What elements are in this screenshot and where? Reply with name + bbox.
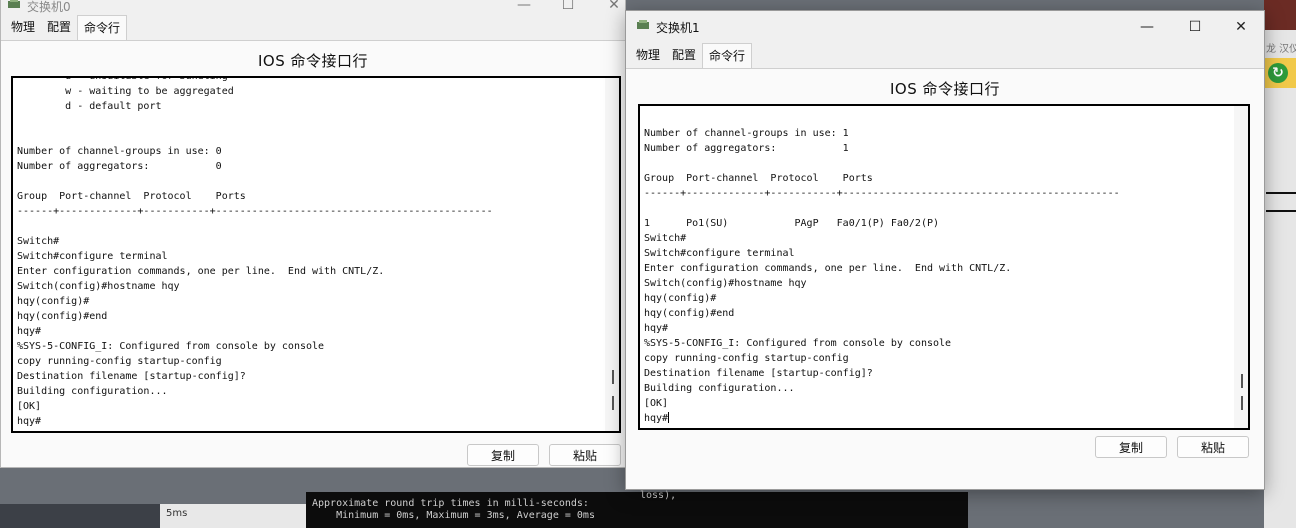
scroll-thumb-upper[interactable] bbox=[1241, 374, 1243, 388]
background-app-header bbox=[1264, 0, 1296, 30]
minimize-button[interactable]: — bbox=[501, 0, 547, 15]
console-line: Group Port-channel Protocol Ports bbox=[17, 191, 246, 202]
console-text: u - unsuitable for bundling w - waiting … bbox=[17, 76, 493, 429]
console-line: %SYS-5-CONFIG_I: Configured from console… bbox=[644, 338, 952, 349]
minimize-button[interactable]: — bbox=[1124, 11, 1170, 43]
panel-heading: IOS 命令接口行 bbox=[889, 80, 1001, 98]
background-app-text: 龙 汉仪 bbox=[1266, 44, 1296, 55]
scroll-thumb-upper[interactable] bbox=[612, 370, 614, 384]
console-line: w - waiting to be aggregated bbox=[17, 86, 234, 97]
console-line: [OK] bbox=[644, 398, 669, 409]
tab-bar: 物理 配置 命令行 bbox=[1, 15, 625, 40]
paste-button[interactable]: 粘贴 bbox=[1177, 436, 1249, 458]
console-line: hqy# bbox=[644, 323, 669, 334]
scroll-thumb-lower[interactable] bbox=[612, 396, 614, 410]
console-line: copy running-config startup-config bbox=[644, 353, 849, 364]
tab-physical[interactable]: 物理 bbox=[5, 15, 41, 39]
console-line: hqy(config)#end bbox=[17, 311, 108, 322]
console-line: Building configuration... bbox=[17, 386, 168, 397]
refresh-icon[interactable]: ↻ bbox=[1268, 63, 1288, 83]
cli-panel: IOS 命令接口行 Number of channel-groups in us… bbox=[626, 68, 1264, 489]
console-line: hqy(config)#end bbox=[644, 308, 735, 319]
console-line: Switch#configure terminal bbox=[644, 248, 795, 259]
console-line: hqy# bbox=[644, 413, 669, 424]
console-line: hqy(config)# bbox=[17, 296, 90, 307]
copy-button[interactable]: 复制 bbox=[467, 444, 539, 466]
title-bar[interactable]: 交换机1 — ☐ ✕ bbox=[626, 11, 1264, 43]
console-line: [OK] bbox=[17, 401, 42, 412]
console-line: Number of channel-groups in use: 0 bbox=[17, 146, 222, 157]
paste-button[interactable]: 粘贴 bbox=[549, 444, 621, 466]
switch0-window[interactable]: 交换机0 — ☐ ✕ 物理 配置 命令行 IOS 命令接口行 u - unsui… bbox=[0, 0, 626, 468]
console-line: Switch(config)#hostname hqy bbox=[644, 278, 807, 289]
console-line: Enter configuration commands, one per li… bbox=[17, 266, 385, 277]
console-line: hqy# bbox=[17, 326, 42, 337]
background-image bbox=[0, 504, 160, 528]
console-scrollbar[interactable] bbox=[1234, 106, 1248, 428]
panel-heading: IOS 命令接口行 bbox=[257, 52, 369, 70]
console-line: Number of aggregators: 0 bbox=[17, 161, 222, 172]
window-title: 交换机1 bbox=[656, 21, 700, 35]
console-line: d - default port bbox=[17, 101, 162, 112]
console-line: ------+-------------+-----------+-------… bbox=[17, 206, 493, 217]
console-line: hqy# bbox=[17, 416, 42, 427]
tab-config[interactable]: 配置 bbox=[666, 43, 702, 67]
console-line: u - unsuitable for bundling bbox=[17, 76, 228, 82]
tab-bar: 物理 配置 命令行 bbox=[626, 43, 1264, 68]
window-title: 交换机0 bbox=[27, 0, 71, 14]
switch1-window[interactable]: 交换机1 — ☐ ✕ 物理 配置 命令行 IOS 命令接口行 Number of… bbox=[625, 10, 1265, 490]
console-line: Destination filename [startup-config]? bbox=[644, 368, 873, 379]
console-line: Number of aggregators: 1 bbox=[644, 143, 849, 154]
console-line: copy running-config startup-config bbox=[17, 356, 222, 367]
console-output[interactable]: Number of channel-groups in use: 1 Numbe… bbox=[638, 104, 1250, 430]
console-line: Building configuration... bbox=[644, 383, 795, 394]
switch-app-icon bbox=[637, 20, 649, 29]
console-text: Number of channel-groups in use: 1 Numbe… bbox=[644, 126, 1120, 426]
console-line: 1 Po1(SU) PAgP Fa0/1(P) Fa0/2(P) bbox=[644, 218, 940, 229]
tab-cli[interactable]: 命令行 bbox=[77, 15, 128, 40]
maximize-button[interactable]: ☐ bbox=[1172, 11, 1218, 43]
console-line: hqy(config)# bbox=[644, 293, 717, 304]
copy-button[interactable]: 复制 bbox=[1095, 436, 1167, 458]
cli-panel: IOS 命令接口行 u - unsuitable for bundling w … bbox=[1, 40, 625, 467]
tab-cli[interactable]: 命令行 bbox=[702, 43, 753, 68]
console-line: ------+-------------+-----------+-------… bbox=[644, 188, 1120, 199]
maximize-button[interactable]: ☐ bbox=[545, 0, 591, 15]
console-line: Group Port-channel Protocol Ports bbox=[644, 173, 873, 184]
console-line: Switch(config)#hostname hqy bbox=[17, 281, 180, 292]
background-terminal-fragment: loss), bbox=[640, 490, 677, 501]
switch-app-icon bbox=[8, 0, 20, 8]
background-terminal: Approximate round trip times in milli-se… bbox=[306, 492, 968, 528]
console-line: Number of channel-groups in use: 1 bbox=[644, 128, 849, 139]
close-button[interactable]: ✕ bbox=[1218, 11, 1264, 43]
console-output[interactable]: u - unsuitable for bundling w - waiting … bbox=[11, 76, 621, 433]
console-line: %SYS-5-CONFIG_I: Configured from console… bbox=[17, 341, 325, 352]
console-line: Switch#configure terminal bbox=[17, 251, 168, 262]
text-cursor bbox=[668, 412, 670, 423]
background-panel: 5ms bbox=[160, 504, 306, 528]
tab-config[interactable]: 配置 bbox=[41, 15, 77, 39]
tab-physical[interactable]: 物理 bbox=[630, 43, 666, 67]
console-line: Switch# bbox=[644, 233, 687, 244]
console-line: Destination filename [startup-config]? bbox=[17, 371, 246, 382]
title-bar[interactable]: 交换机0 — ☐ ✕ bbox=[1, 0, 625, 15]
background-link-lines bbox=[1266, 192, 1296, 212]
console-line: Enter configuration commands, one per li… bbox=[644, 263, 1012, 274]
scroll-thumb-lower[interactable] bbox=[1241, 396, 1243, 410]
console-line: Switch# bbox=[17, 236, 60, 247]
console-scrollbar[interactable] bbox=[605, 78, 619, 431]
